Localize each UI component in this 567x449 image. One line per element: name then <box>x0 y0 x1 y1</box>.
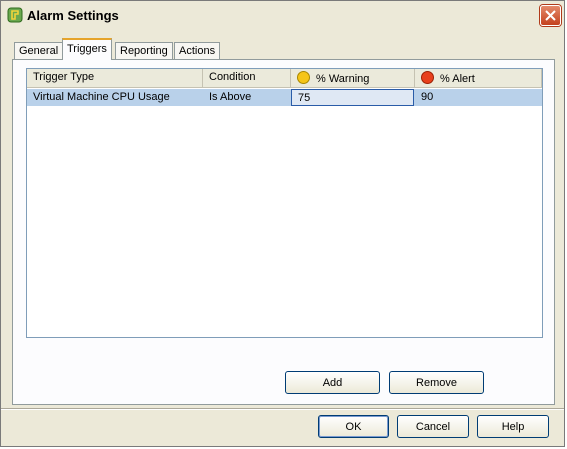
cell-condition[interactable]: Is Above <box>203 89 291 106</box>
column-header-alert[interactable]: % Alert <box>415 69 542 87</box>
alarm-settings-dialog: Alarm Settings General Triggers Reportin… <box>0 0 565 447</box>
close-button[interactable] <box>540 5 561 26</box>
alert-icon <box>421 71 434 84</box>
cell-warning-editor[interactable]: 75 <box>291 89 414 106</box>
remove-button[interactable]: Remove <box>389 371 484 394</box>
help-button[interactable]: Help <box>477 415 549 438</box>
table-header: Trigger Type Condition % Warning % Alert <box>27 69 542 88</box>
column-header-warning[interactable]: % Warning <box>291 69 415 87</box>
column-header-label: % Warning <box>316 73 370 85</box>
column-header-label: Trigger Type <box>33 71 95 83</box>
cancel-button[interactable]: Cancel <box>397 415 469 438</box>
add-button[interactable]: Add <box>285 371 380 394</box>
table-row[interactable]: Virtual Machine CPU Usage Is Above 75 90 <box>27 89 542 106</box>
triggers-table[interactable]: Trigger Type Condition % Warning % Alert… <box>26 68 543 338</box>
window-title: Alarm Settings <box>27 8 119 23</box>
ok-button[interactable]: OK <box>318 415 389 438</box>
cell-trigger-type[interactable]: Virtual Machine CPU Usage <box>27 89 203 106</box>
cell-alert[interactable]: 90 <box>415 89 542 106</box>
warning-icon <box>297 71 310 84</box>
divider <box>1 408 564 410</box>
column-header-trigger-type[interactable]: Trigger Type <box>27 69 203 87</box>
title-bar[interactable]: Alarm Settings <box>1 1 564 31</box>
tab-reporting[interactable]: Reporting <box>115 42 173 59</box>
close-icon <box>545 10 556 21</box>
tab-general[interactable]: General <box>14 42 64 59</box>
tab-triggers[interactable]: Triggers <box>62 38 112 60</box>
column-header-label: Condition <box>209 71 256 83</box>
alarm-settings-icon <box>7 7 23 23</box>
column-header-condition[interactable]: Condition <box>203 69 291 87</box>
tab-actions[interactable]: Actions <box>174 42 221 59</box>
column-header-label: % Alert <box>440 73 475 85</box>
